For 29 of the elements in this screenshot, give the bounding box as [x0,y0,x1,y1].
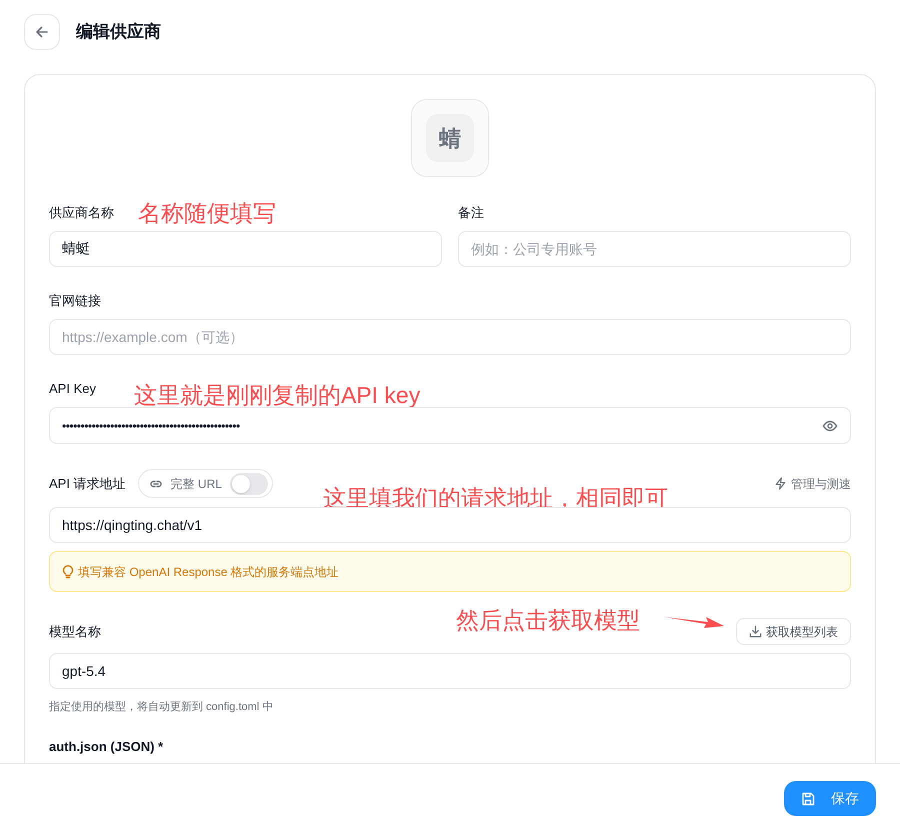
input-field[interactable]: 蜻蜓 [49,231,442,267]
annotation-text: 名称随便填写 [138,204,276,222]
download-icon [749,625,762,638]
avatar-letter: 蜻 [426,114,474,162]
back-button[interactable] [24,14,60,50]
masked-value: •••••••••••••••••••••••••••••••••••••••••••••••• [62,418,241,434]
manage-speedtest-link[interactable]: 管理与测速 [774,474,851,492]
back-arrow-icon [35,25,49,39]
password-field[interactable]: •••••••••••••••••••••••••••••••••••••••••••••••• [49,407,851,444]
save-icon [801,792,815,806]
page-title: 编辑供应商 [76,21,161,44]
input-field[interactable]: 例如：公司专用账号 [458,231,851,267]
field-label: 模型名称 [49,622,101,640]
input-field[interactable]: https://example.com（可选） [49,319,851,355]
input-field[interactable]: gpt-5.4 [49,653,851,689]
field-label: API 请求地址 [49,474,126,492]
help-text: 指定使用的模型，将自动更新到 config.toml 中 [49,700,274,715]
field-label: 官网链接 [49,292,102,310]
input-field[interactable]: https://qingting.chat/v1 [49,507,851,543]
toggle-switch[interactable] [230,472,268,494]
field-label: auth.json (JSON) * [49,738,164,754]
hint-text: 填写兼容 OpenAI Response 格式的服务端点地址 [78,564,339,580]
fetch-models-button[interactable]: 获取模型列表 [736,618,851,645]
field-label: 供应商名称 [49,204,114,222]
toggle-label: 完整 URL [170,476,222,492]
field-label: API Key [49,380,96,398]
field-label: 备注 [458,204,484,222]
lightbulb-icon [62,564,74,578]
lightning-icon [774,477,787,490]
